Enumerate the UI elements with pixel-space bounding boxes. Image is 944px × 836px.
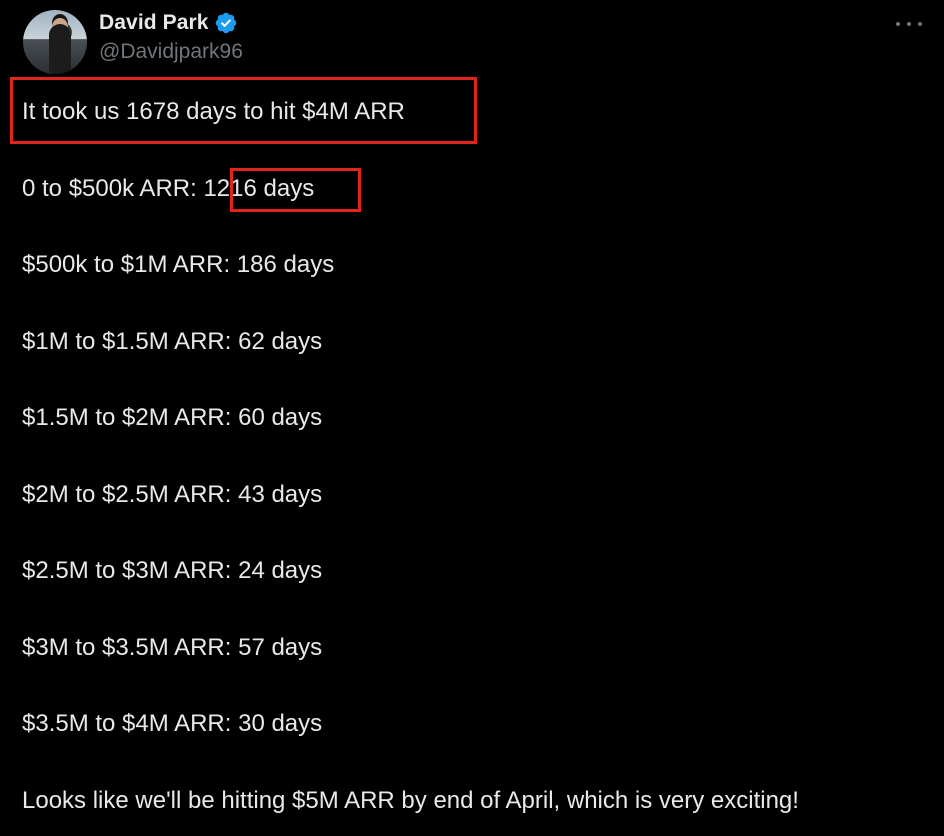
tweet: David Park @Davidjpark96 It took us 1678…	[0, 0, 944, 836]
tweet-line-closing: Looks like we'll be hitting $5M ARR by e…	[22, 787, 799, 814]
tweet-line: $3.5M to $4M ARR: 30 days	[22, 710, 323, 737]
more-dot	[896, 22, 900, 26]
author-handle[interactable]: @Davidjpark96	[99, 40, 243, 64]
avatar[interactable]	[23, 10, 87, 74]
more-dot	[918, 22, 922, 26]
author-name[interactable]: David Park	[99, 11, 209, 35]
tweet-line: $3M to $3.5M ARR: 57 days	[22, 634, 323, 661]
tweet-line-headline: It took us 1678 days to hit $4M ARR	[22, 98, 405, 125]
tweet-line: $1.5M to $2M ARR: 60 days	[22, 404, 323, 431]
tweet-line: $2M to $2.5M ARR: 43 days	[22, 481, 323, 508]
name-row: David Park	[99, 8, 243, 38]
more-options-icon[interactable]	[896, 14, 922, 34]
tweet-line: $1M to $1.5M ARR: 62 days	[22, 328, 323, 355]
tweet-line: 0 to $500k ARR: 1216 days	[22, 175, 315, 202]
tweet-header: David Park @Davidjpark96	[99, 8, 243, 64]
avatar-body	[49, 24, 71, 74]
more-dot	[907, 22, 911, 26]
tweet-line: $500k to $1M ARR: 186 days	[22, 251, 335, 278]
tweet-line: $2.5M to $3M ARR: 24 days	[22, 557, 323, 584]
verified-badge-icon	[215, 12, 236, 34]
